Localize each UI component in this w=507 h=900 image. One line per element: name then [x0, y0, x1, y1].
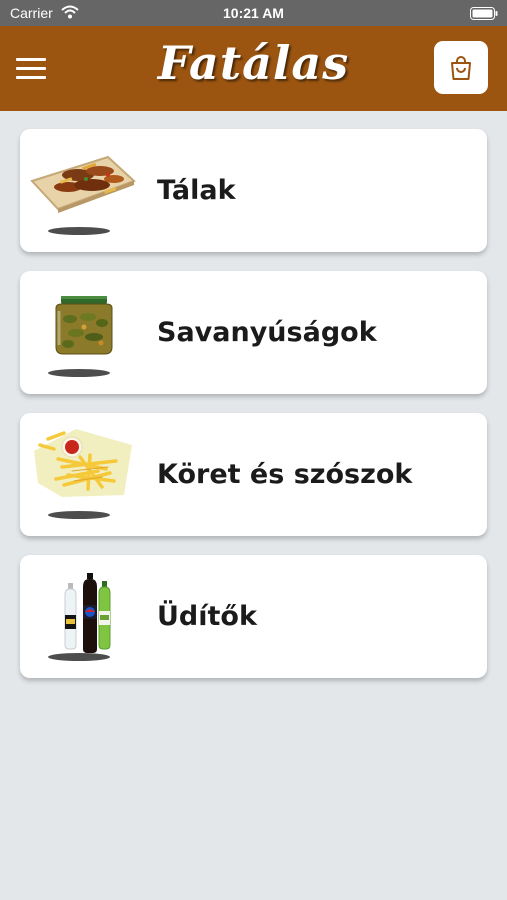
cart-button[interactable]: [434, 41, 488, 94]
fries-with-ketchup-image: [34, 429, 132, 497]
status-time: 10:21 AM: [223, 5, 284, 21]
category-label: Tálak: [157, 175, 236, 206]
image-shadow: [48, 369, 110, 377]
platter-image: [30, 155, 136, 213]
category-card-talak[interactable]: Tálak: [20, 129, 487, 252]
battery-icon: [470, 7, 498, 20]
category-label: Köret és szószok: [157, 459, 413, 490]
app-logo: Fatálas: [157, 36, 350, 90]
image-shadow: [48, 653, 110, 661]
status-bar: Carrier 10:21 AM: [0, 0, 507, 26]
shopping-bag-icon: [451, 56, 471, 80]
category-card-koret-es-szoszok[interactable]: Köret és szószok: [20, 413, 487, 536]
app-header: Fatálas: [0, 26, 507, 111]
image-shadow: [48, 227, 110, 235]
category-label: Savanyúságok: [157, 317, 377, 348]
image-shadow: [48, 511, 110, 519]
pickle-jar-image: [55, 296, 113, 355]
soda-bottles-image: [64, 573, 111, 653]
category-card-uditok[interactable]: Üdítők: [20, 555, 487, 678]
category-list: Tálak Savanyúságok Köret és szószok Üdít…: [20, 129, 487, 697]
category-label: Üdítők: [157, 601, 257, 632]
category-card-savanyusagok[interactable]: Savanyúságok: [20, 271, 487, 394]
